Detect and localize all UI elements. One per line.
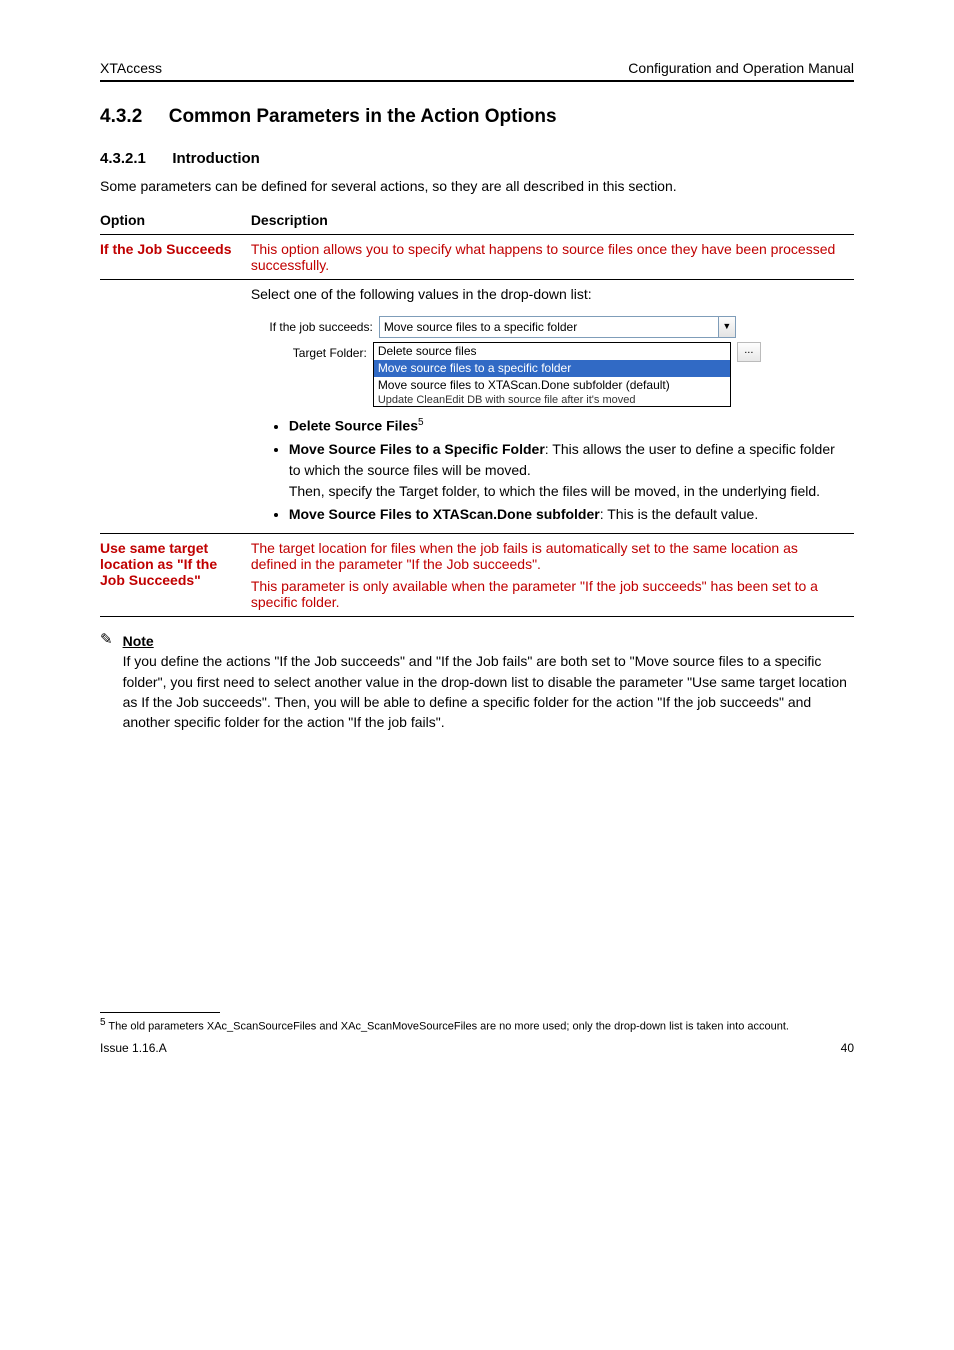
screenshot-dropdown: If the job succeeds: Move source files t… [251, 314, 761, 409]
dropdown-listbox[interactable]: Delete source files Move source files to… [373, 342, 731, 407]
section-title: Common Parameters in the Action Options [169, 106, 557, 127]
dropdown-selected[interactable]: Move source files to a specific folder [379, 316, 719, 338]
opt-same-loc: Use same target location as "If the Job … [100, 540, 217, 588]
bullet-3: Move Source Files to XTAScan.Done subfol… [289, 504, 844, 525]
pencil-icon: ✎ [100, 631, 113, 732]
browse-button[interactable] [737, 342, 761, 362]
footer-page: 40 [841, 1041, 854, 1055]
bullet-list: Delete Source Files5 Move Source Files t… [251, 415, 844, 525]
col-description: Description [251, 206, 854, 235]
opt-if-succeeds: If the Job Succeeds [100, 241, 231, 257]
header-product: XTAccess [100, 60, 162, 76]
bullet-2: Move Source Files to a Specific Folder: … [289, 439, 844, 502]
dropdown-opt-0[interactable]: Delete source files [374, 343, 730, 360]
ss-label-ifsucceeds: If the job succeeds: [251, 320, 379, 334]
note-block: ✎ Note If you define the actions "If the… [100, 631, 854, 732]
intro-title: Introduction [172, 150, 259, 167]
intro-text: Some parameters can be defined for sever… [100, 176, 854, 196]
dropdown-opt-1[interactable]: Move source files to a specific folder [374, 360, 730, 377]
header-doc: Configuration and Operation Manual [628, 60, 854, 76]
footnote-rule [100, 1012, 220, 1015]
page-footer: 5 The old parameters XAc_ScanSourceFiles… [100, 1012, 854, 1055]
opt-if-succeeds-desc2: Select one of the following values in th… [251, 286, 844, 302]
intro-heading: 4.3.2.1 Introduction [100, 150, 854, 168]
section-heading: 4.3.2 Common Parameters in the Action Op… [100, 106, 854, 128]
col-option: Option [100, 206, 251, 235]
dropdown-opt-partial[interactable]: Update CleanEdit DB with source file aft… [374, 394, 730, 406]
dropdown-arrow-icon[interactable]: ▼ [718, 316, 736, 338]
note-text: Note If you define the actions "If the J… [123, 631, 854, 732]
opt-same-loc-note: This parameter is only available when th… [251, 578, 844, 610]
opt-if-succeeds-desc1: This option allows you to specify what h… [251, 241, 844, 273]
options-table-1: Option Description If the Job Succeeds T… [100, 206, 854, 617]
footer-issue: Issue 1.16.A [100, 1041, 167, 1055]
footnote-text: 5 The old parameters XAc_ScanSourceFiles… [100, 1017, 854, 1033]
dropdown-opt-2[interactable]: Move source files to XTAScan.Done subfol… [374, 377, 730, 394]
opt-same-loc-desc: The target location for files when the j… [251, 540, 844, 572]
intro-number: 4.3.2.1 [100, 150, 146, 167]
bullet-2-extra: Then, specify the Target folder, to whic… [289, 481, 844, 502]
page-header: XTAccess Configuration and Operation Man… [100, 60, 854, 82]
bullet-1: Delete Source Files5 [289, 415, 844, 437]
section-number: 4.3.2 [100, 106, 142, 127]
ss-label-targetfolder: Target Folder: [251, 342, 373, 360]
